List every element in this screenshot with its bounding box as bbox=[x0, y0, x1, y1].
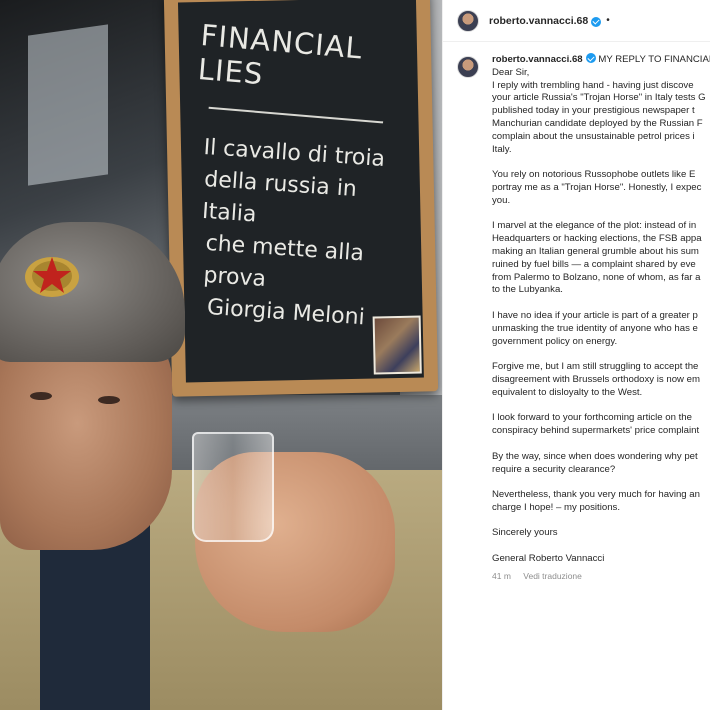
caption-body: roberto.vannacci.68 MY REPLY TO FINANCIA… bbox=[492, 52, 710, 583]
post-meta: 41 m Vedi traduzione bbox=[492, 570, 710, 583]
eye bbox=[98, 396, 120, 404]
translate-link[interactable]: Vedi traduzione bbox=[523, 571, 582, 581]
red-star-badge-icon bbox=[25, 257, 79, 297]
chalkboard-title: FINANCIAL LIES bbox=[196, 18, 365, 92]
post-time[interactable]: 41 m bbox=[492, 571, 511, 581]
chalkboard-underline bbox=[208, 106, 384, 124]
cafe-window bbox=[28, 24, 108, 186]
caption-paragraph: I have no idea if your article is part o… bbox=[492, 309, 698, 347]
shot-glass bbox=[192, 432, 274, 542]
chalkboard: FINANCIAL LIES Il cavallo di troia della… bbox=[177, 0, 424, 383]
post-photo[interactable]: FINANCIAL LIES Il cavallo di troia della… bbox=[0, 0, 442, 710]
verified-icon bbox=[591, 16, 602, 27]
eye bbox=[30, 392, 52, 400]
caption-paragraph: Dear Sir, I reply with trembling hand - … bbox=[492, 66, 706, 155]
caption-paragraph: Sincerely yours bbox=[492, 527, 558, 539]
pinned-photo bbox=[372, 315, 422, 375]
post-panel: roberto.vannacci.68 • roberto.vannacci.6… bbox=[442, 0, 710, 710]
post-header: roberto.vannacci.68 • bbox=[443, 0, 710, 42]
caption-paragraph: Forgive me, but I am still struggling to… bbox=[492, 361, 700, 398]
caption-title: MY REPLY TO FINANCIAL bbox=[598, 54, 710, 65]
caption-paragraph: I look forward to your forthcoming artic… bbox=[492, 412, 700, 437]
caption-avatar[interactable] bbox=[457, 56, 479, 78]
caption-username[interactable]: roberto.vannacci.68 bbox=[492, 54, 583, 65]
separator-dot: • bbox=[606, 15, 610, 26]
verified-icon bbox=[585, 53, 596, 63]
caption: roberto.vannacci.68 MY REPLY TO FINANCIA… bbox=[457, 52, 710, 583]
caption-paragraph: By the way, since when does wondering wh… bbox=[492, 450, 698, 475]
caption-paragraph: I marvel at the elegance of the plot: in… bbox=[492, 220, 702, 296]
avatar[interactable] bbox=[457, 9, 479, 32]
header-username[interactable]: roberto.vannacci.68 bbox=[489, 15, 588, 27]
caption-signature: General Roberto Vannacci bbox=[492, 553, 605, 565]
chalkboard-frame: FINANCIAL LIES Il cavallo di troia della… bbox=[163, 0, 439, 397]
caption-paragraph: You rely on notorious Russophobe outlets… bbox=[492, 169, 702, 206]
caption-paragraph: Nevertheless, thank you very much for ha… bbox=[492, 489, 700, 513]
